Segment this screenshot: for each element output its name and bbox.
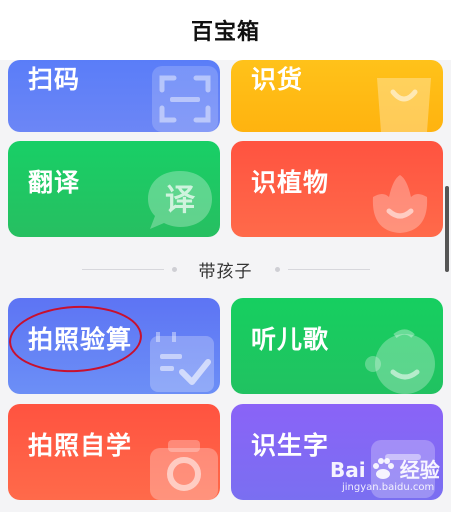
camera-icon — [150, 440, 218, 500]
tool-card-label: 识货 — [251, 65, 304, 94]
paw-icon — [372, 458, 394, 479]
section-divider-left — [81, 268, 164, 270]
tool-card-label: 识生字 — [251, 431, 330, 460]
section-dot-left — [171, 266, 177, 272]
translate-icon-char: 译 — [165, 183, 196, 218]
tool-card-nursery-rhymes[interactable]: 听儿歌 — [231, 298, 443, 394]
baidu-jingyan-watermark: Bai 经验 jingyan.baidu.com — [330, 454, 445, 500]
tool-card-label: 拍照自学 — [28, 431, 133, 460]
scrollbar[interactable] — [445, 186, 449, 272]
watermark-brand-suffix: 经验 — [399, 458, 440, 482]
tool-card-identify-goods[interactable]: 识货 — [231, 60, 443, 132]
tool-card-translate[interactable]: 翻译 译 — [8, 141, 220, 237]
checklist-icon — [150, 332, 214, 392]
section-divider-right — [287, 268, 370, 270]
tool-card-label: 识植物 — [251, 168, 330, 197]
scan-frame-icon — [152, 66, 218, 132]
tool-card-label: 翻译 — [28, 168, 81, 197]
page-title: 百宝箱 — [190, 20, 260, 45]
header-bar: 百宝箱 — [0, 0, 451, 60]
section-dot-right — [274, 266, 280, 272]
tool-card-scan[interactable]: 扫码 — [8, 60, 220, 132]
plant-icon — [372, 175, 428, 233]
child-face-icon — [365, 329, 435, 394]
tool-card-photo-study[interactable]: 拍照自学 — [8, 404, 220, 500]
watermark-brand: Bai — [330, 458, 366, 482]
tool-card-label: 扫码 — [28, 65, 81, 94]
tool-card-label: 听儿歌 — [251, 325, 330, 354]
translate-bubble-icon: 译 — [148, 171, 212, 229]
section-header: 带孩子 — [0, 252, 451, 286]
shopping-bag-icon — [377, 78, 431, 132]
tool-card-identify-plants[interactable]: 识植物 — [231, 141, 443, 237]
watermark-url: jingyan.baidu.com — [342, 482, 435, 493]
section-title: 带孩子 — [198, 261, 253, 282]
